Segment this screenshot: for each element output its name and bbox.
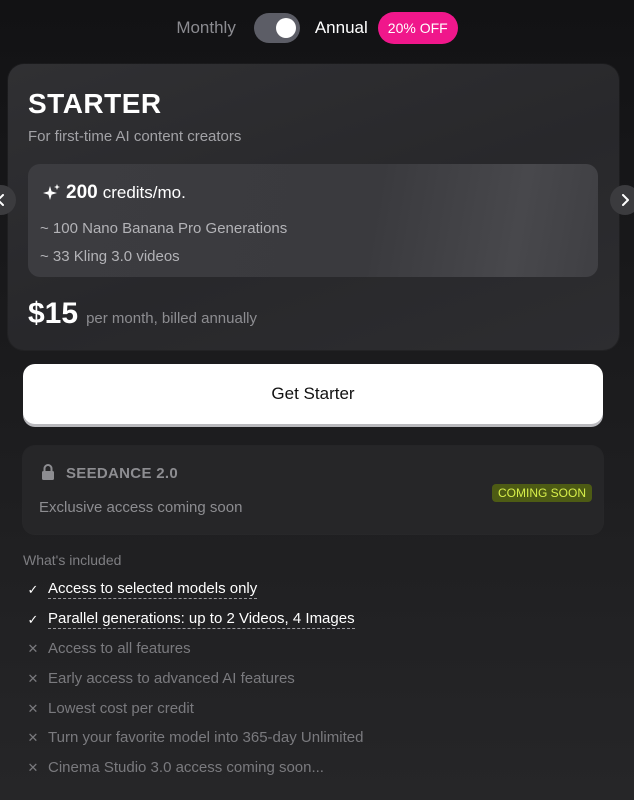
seedance-subtitle: Exclusive access coming soon bbox=[39, 499, 243, 516]
check-icon: ✓ bbox=[27, 611, 39, 627]
plan-subtitle: For first-time AI content creators bbox=[28, 128, 242, 145]
credit-line: ~ 100 Nano Banana Pro Generations bbox=[40, 220, 288, 237]
billing-switch[interactable] bbox=[253, 13, 300, 43]
credits-amount: 200 bbox=[66, 182, 98, 203]
price-row: $15 per month, billed annually bbox=[28, 297, 257, 331]
billing-toggle: Monthly Annual 20% OFF bbox=[0, 12, 634, 44]
seedance-title: SEEDANCE 2.0 bbox=[66, 465, 178, 482]
feature-item: ✓ Parallel generations: up to 2 Videos, … bbox=[26, 610, 355, 629]
credit-line: ~ 33 Kling 3.0 videos bbox=[40, 248, 180, 265]
cross-icon: ✕ bbox=[27, 640, 39, 656]
price-note: per month, billed annually bbox=[86, 310, 258, 327]
monthly-label[interactable]: Monthly bbox=[176, 18, 236, 38]
cross-icon: ✕ bbox=[27, 729, 39, 745]
feature-label: Lowest cost per credit bbox=[48, 700, 194, 717]
cross-icon: ✕ bbox=[27, 670, 39, 686]
feature-item: ✓ Access to selected models only bbox=[26, 580, 258, 599]
feature-label[interactable]: Access to selected models only bbox=[48, 580, 258, 599]
plan-card-starter: STARTER For first-time AI content creato… bbox=[8, 64, 619, 350]
feature-label[interactable]: Parallel generations: up to 2 Videos, 4 … bbox=[48, 610, 355, 629]
lock-icon bbox=[42, 464, 54, 480]
feature-item: ✕ Cinema Studio 3.0 access coming soon..… bbox=[26, 759, 324, 776]
coming-soon-badge: COMING SOON bbox=[492, 484, 593, 502]
feature-item: ✕ Access to all features bbox=[26, 640, 191, 657]
feature-label: Cinema Studio 3.0 access coming soon... bbox=[48, 759, 324, 776]
switch-knob bbox=[275, 18, 296, 38]
annual-label[interactable]: Annual bbox=[315, 18, 368, 38]
seedance-card: SEEDANCE 2.0 Exclusive access coming soo… bbox=[23, 446, 603, 534]
get-starter-button[interactable]: Get Starter bbox=[23, 364, 603, 424]
feature-label: Early access to advanced AI features bbox=[48, 670, 295, 687]
carousel-next-button[interactable] bbox=[610, 185, 634, 215]
pricing-page: Monthly Annual 20% OFF STARTER For first… bbox=[0, 0, 634, 800]
feature-item: ✕ Turn your favorite model into 365-day … bbox=[26, 729, 364, 746]
credits-unit: credits/mo. bbox=[102, 183, 186, 202]
feature-item: ✕ Early access to advanced AI features bbox=[26, 670, 295, 687]
chevron-right-icon bbox=[622, 194, 629, 206]
feature-label: Access to all features bbox=[48, 640, 191, 657]
credits-header: 200 credits/mo. bbox=[42, 182, 186, 204]
feature-item: ✕ Lowest cost per credit bbox=[26, 700, 194, 717]
chevron-left-icon bbox=[0, 194, 4, 206]
sparkle-icon bbox=[43, 184, 60, 200]
cross-icon: ✕ bbox=[27, 700, 39, 716]
price-amount: $15 bbox=[28, 297, 79, 330]
discount-badge: 20% OFF bbox=[377, 12, 458, 44]
plan-name: STARTER bbox=[28, 88, 162, 119]
credits-box: 200 credits/mo. ~ 100 Nano Banana Pro Ge… bbox=[28, 164, 598, 277]
cross-icon: ✕ bbox=[27, 759, 39, 775]
check-icon: ✓ bbox=[27, 581, 39, 597]
included-title: What's included bbox=[23, 552, 122, 568]
feature-label: Turn your favorite model into 365-day Un… bbox=[48, 729, 364, 746]
